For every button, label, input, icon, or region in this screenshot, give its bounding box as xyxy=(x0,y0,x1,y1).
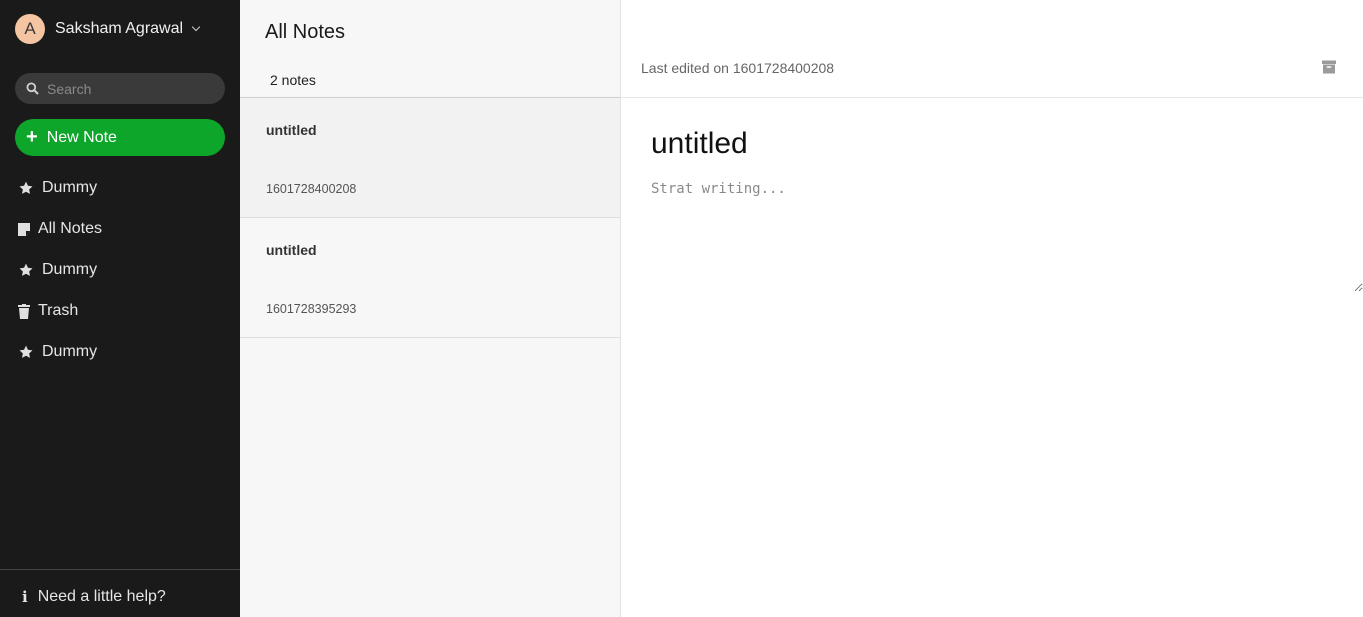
note-title: untitled xyxy=(266,242,317,258)
note-title: untitled xyxy=(266,122,317,138)
note-icon xyxy=(17,220,31,238)
new-note-button[interactable]: + New Note xyxy=(15,119,225,156)
note-count: 2 notes xyxy=(270,72,316,88)
archive-icon[interactable] xyxy=(1322,60,1336,74)
star-icon xyxy=(17,179,35,197)
search-input[interactable] xyxy=(47,80,217,97)
note-date: 1601728395293 xyxy=(266,302,357,316)
search-icon xyxy=(26,82,39,95)
info-icon: i xyxy=(22,588,28,606)
avatar: A xyxy=(15,14,45,44)
list-item[interactable]: untitled 1601728400208 xyxy=(240,98,620,218)
trash-icon xyxy=(17,302,31,320)
plus-icon: + xyxy=(26,125,38,148)
note-date: 1601728400208 xyxy=(266,182,357,196)
user-name: Saksham Agrawal xyxy=(55,20,184,37)
sidebar-item-trash[interactable]: Trash xyxy=(17,299,78,323)
last-edited-label: Last edited on 1601728400208 xyxy=(641,60,835,76)
note-title-heading[interactable]: untitled xyxy=(651,127,748,161)
help-label: Need a little help? xyxy=(37,588,166,605)
star-icon xyxy=(17,343,35,361)
sidebar-item-all-notes[interactable]: All Notes xyxy=(17,217,102,241)
help-link[interactable]: i Need a little help? xyxy=(18,586,166,608)
sidebar-item-dummy-1[interactable]: Dummy xyxy=(17,176,97,200)
sidebar-item-label: Dummy xyxy=(42,179,98,196)
sidebar-item-label: All Notes xyxy=(38,220,103,237)
sidebar-item-label: Dummy xyxy=(42,343,98,360)
chevron-down-icon xyxy=(191,22,201,31)
list-item[interactable]: untitled 1601728395293 xyxy=(240,218,620,338)
note-body-textarea[interactable] xyxy=(651,181,1363,292)
sidebar: A Saksham Agrawal + New Note Dummy All N… xyxy=(0,0,240,617)
divider xyxy=(0,569,240,570)
sidebar-item-dummy-2[interactable]: Dummy xyxy=(17,258,97,282)
note-editor: Last edited on 1601728400208 untitled xyxy=(621,0,1363,617)
editor-header: Last edited on 1601728400208 xyxy=(621,0,1363,98)
notes-list-panel: All Notes 2 notes untitled 1601728400208… xyxy=(240,0,621,617)
sidebar-item-dummy-3[interactable]: Dummy xyxy=(17,340,97,364)
search-box[interactable] xyxy=(15,73,225,104)
new-note-label: New Note xyxy=(46,128,117,146)
page-title: All Notes xyxy=(265,21,346,43)
star-icon xyxy=(17,261,35,279)
sidebar-item-label: Trash xyxy=(38,302,79,319)
user-menu[interactable]: A Saksham Agrawal xyxy=(15,14,201,44)
sidebar-item-label: Dummy xyxy=(42,261,98,278)
